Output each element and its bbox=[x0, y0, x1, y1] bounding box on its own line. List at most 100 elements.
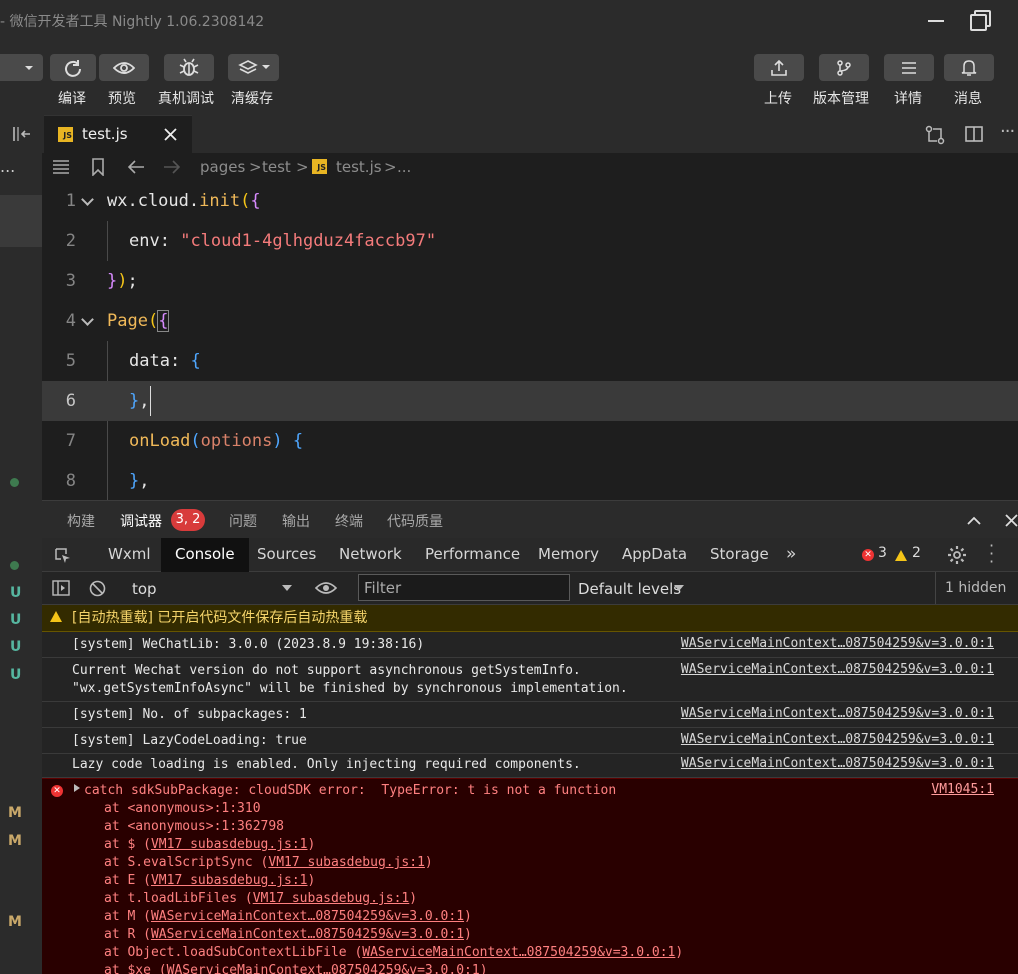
bookmark-icon[interactable] bbox=[91, 158, 105, 176]
console-log[interactable]: [system] LazyCodeLoading: true WAService… bbox=[42, 728, 1018, 754]
preview-button[interactable] bbox=[99, 54, 149, 81]
tab-code-quality[interactable]: 代码质量 bbox=[387, 511, 443, 531]
code-line[interactable]: 1 wx.cloud.init({ bbox=[42, 181, 1018, 221]
message-source-link[interactable]: WAServiceMainContext…087504259&v=3.0.0:1 bbox=[681, 662, 994, 677]
message-source-link[interactable]: WAServiceMainContext…087504259&v=3.0.0:1 bbox=[681, 732, 994, 747]
code-editor[interactable]: 1 wx.cloud.init({ 2 env: "cloud1-4glhgdu… bbox=[42, 181, 1018, 500]
left-gutter: ... U U U U M M M bbox=[0, 153, 42, 974]
clear-cache-button[interactable] bbox=[228, 54, 279, 81]
fold-chevron-icon[interactable] bbox=[81, 193, 94, 206]
tab-console[interactable]: Console bbox=[161, 538, 249, 572]
breadcrumb-more[interactable]: ... bbox=[397, 158, 411, 176]
breadcrumb-pages[interactable]: pages bbox=[200, 158, 245, 176]
fold-chevron-icon[interactable] bbox=[81, 313, 94, 326]
code-line[interactable]: 7 onLoad(options) { bbox=[42, 421, 1018, 461]
forward-arrow-icon[interactable] bbox=[163, 160, 181, 174]
mode-dropdown[interactable] bbox=[0, 54, 43, 81]
more-tabs-icon[interactable]: » bbox=[786, 538, 796, 572]
compile-button[interactable] bbox=[50, 54, 96, 81]
split-editor-icon[interactable] bbox=[965, 126, 983, 142]
tab-label: test.js bbox=[82, 125, 128, 143]
restore-icon[interactable] bbox=[968, 8, 992, 32]
breadcrumb-file[interactable]: test.js bbox=[336, 158, 382, 176]
console-log[interactable]: [system] WeChatLib: 3.0.0 (2023.8.9 19:3… bbox=[42, 632, 1018, 658]
stack-frame: at <anonymous>:1:362798 bbox=[104, 819, 285, 834]
stack-link[interactable]: WAServiceMainContext…087504259&v=3.0.0:1 bbox=[151, 909, 464, 924]
tab-appdata[interactable]: AppData bbox=[622, 538, 687, 572]
collapse-sidebar-icon[interactable] bbox=[12, 126, 32, 142]
upload-button[interactable] bbox=[754, 54, 804, 81]
tab-wxml[interactable]: Wxml bbox=[108, 538, 151, 572]
more-icon[interactable]: ... bbox=[0, 157, 15, 176]
tab-memory[interactable]: Memory bbox=[538, 538, 599, 572]
stack-link[interactable]: VM17 subasdebug.js:1 bbox=[151, 873, 308, 888]
error-count[interactable]: 3 bbox=[878, 545, 887, 561]
kebab-menu-icon[interactable]: · · · bbox=[989, 538, 994, 570]
stack-link[interactable]: WAServiceMainContext…087504259&v=3.0.0:1 bbox=[362, 945, 675, 960]
bottom-panel-tabs: 构建 调试器 3, 2 问题 输出 终端 代码质量 bbox=[42, 500, 1018, 538]
stack-link[interactable]: VM17 subasdebug.js:1 bbox=[253, 891, 410, 906]
tab-sources[interactable]: Sources bbox=[257, 538, 316, 572]
context-select[interactable]: top bbox=[122, 572, 300, 604]
back-arrow-icon[interactable] bbox=[127, 160, 145, 174]
message-source-link[interactable]: WAServiceMainContext…087504259&v=3.0.0:1 bbox=[681, 706, 994, 721]
code-line[interactable]: 4 Page({ bbox=[42, 301, 1018, 341]
console-log[interactable]: [system] No. of subpackages: 1 WAService… bbox=[42, 702, 1018, 728]
close-icon[interactable] bbox=[1005, 514, 1018, 527]
details-button[interactable] bbox=[884, 54, 934, 81]
filter-input[interactable] bbox=[358, 574, 570, 601]
tab-storage[interactable]: Storage bbox=[710, 538, 769, 572]
warning-count[interactable]: 2 bbox=[912, 545, 921, 561]
code-line[interactable]: 3 }); bbox=[42, 261, 1018, 301]
error-source-link[interactable]: VM1045:1 bbox=[931, 782, 994, 797]
real-debug-button[interactable] bbox=[164, 54, 214, 81]
version-button[interactable] bbox=[819, 54, 869, 81]
breadcrumb-test[interactable]: test bbox=[262, 158, 291, 176]
console-warning[interactable]: [自动热重载] 已开启代码文件保存后自动热重载 bbox=[42, 605, 1018, 632]
stack-link[interactable]: WAServiceMainContext…087504259&v=3.0.0:1 bbox=[151, 927, 464, 942]
list-icon[interactable] bbox=[52, 160, 70, 174]
code-line[interactable]: 5 data: { bbox=[42, 341, 1018, 381]
code-line[interactable]: 2 env: "cloud1-4glhgduz4faccb97" bbox=[42, 221, 1018, 261]
code-line[interactable]: 8 }, bbox=[42, 461, 1018, 500]
tab-test-js[interactable]: JS test.js bbox=[44, 115, 192, 153]
warning-icon bbox=[895, 550, 907, 561]
details-label: 详情 bbox=[894, 91, 922, 107]
bug-icon bbox=[179, 58, 199, 76]
more-icon[interactable]: ··· bbox=[1000, 121, 1015, 142]
stack-link[interactable]: VM17 subasdebug.js:1 bbox=[151, 837, 308, 852]
stack-link[interactable]: WAServiceMainContext…087504259&v=3.0.0:1 bbox=[167, 963, 480, 974]
message-source-link[interactable]: WAServiceMainContext…087504259&v=3.0.0:1 bbox=[681, 636, 994, 651]
tab-network[interactable]: Network bbox=[339, 538, 402, 572]
code-line-current[interactable]: 6 }, bbox=[42, 381, 1018, 421]
minimize-icon[interactable] bbox=[924, 8, 948, 32]
tab-terminal[interactable]: 终端 bbox=[335, 511, 363, 531]
compare-icon[interactable] bbox=[925, 125, 945, 145]
expand-triangle-icon[interactable] bbox=[74, 784, 80, 792]
inspect-element-icon[interactable] bbox=[54, 547, 72, 565]
modified-marker: M bbox=[8, 805, 22, 821]
console-log[interactable]: Lazy code loading is enabled. Only injec… bbox=[42, 754, 1018, 778]
message-text: [system] LazyCodeLoading: true bbox=[72, 733, 307, 748]
console-log[interactable]: Current Wechat version do not support as… bbox=[42, 658, 1018, 702]
tab-debugger[interactable]: 调试器 bbox=[120, 511, 162, 531]
gear-icon[interactable] bbox=[947, 545, 967, 565]
branch-icon bbox=[837, 59, 851, 76]
tab-performance[interactable]: Performance bbox=[425, 538, 520, 572]
sidebar-toggle-icon[interactable] bbox=[52, 580, 70, 596]
message-text-line2: "wx.getSystemInfoAsync" will be finished… bbox=[72, 681, 628, 696]
close-icon[interactable] bbox=[164, 128, 177, 141]
levels-select[interactable]: Default levels bbox=[578, 572, 688, 604]
messages-button[interactable] bbox=[944, 54, 994, 81]
chevron-up-icon[interactable] bbox=[967, 516, 981, 525]
message-source-link[interactable]: WAServiceMainContext…087504259&v=3.0.0:1 bbox=[681, 756, 994, 771]
selected-explorer-item[interactable] bbox=[0, 195, 42, 247]
console-error[interactable]: ✕ catch sdkSubPackage: cloudSDK error: T… bbox=[42, 778, 1018, 974]
tab-build[interactable]: 构建 bbox=[67, 511, 95, 531]
stack-link[interactable]: VM17 subasdebug.js:1 bbox=[268, 855, 425, 870]
eye-icon[interactable] bbox=[315, 581, 337, 595]
tab-problems[interactable]: 问题 bbox=[229, 511, 257, 531]
tab-output[interactable]: 输出 bbox=[282, 511, 310, 531]
modified-marker: M bbox=[8, 914, 22, 930]
clear-console-icon[interactable] bbox=[89, 580, 106, 597]
